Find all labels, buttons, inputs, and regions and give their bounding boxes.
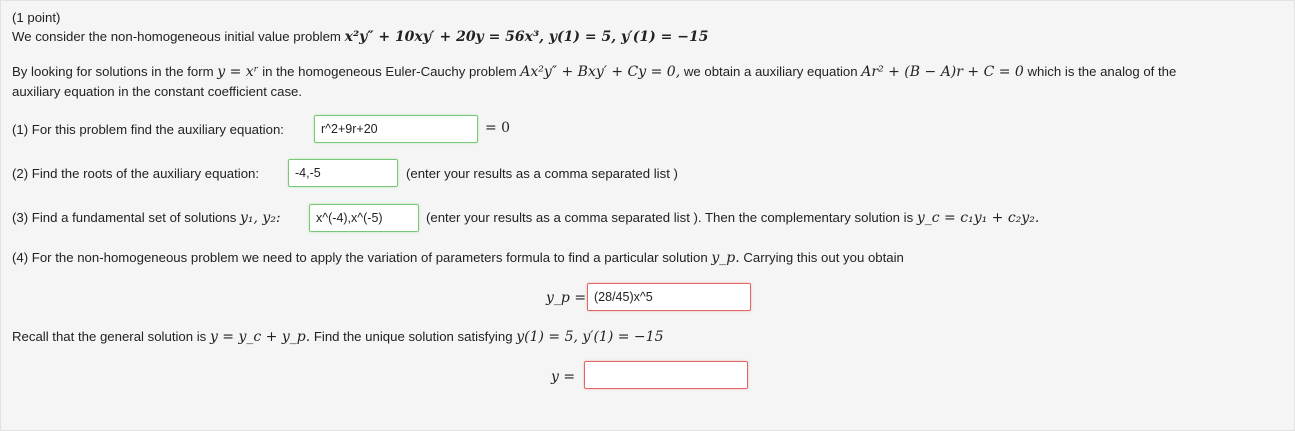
final-line: Recall that the general solution is y = …: [12, 329, 663, 345]
euler-problem: Ax²y″ + Bxy′ + Cy = 0,: [520, 64, 681, 80]
final-eq: y = y_c + y_p.: [209, 329, 311, 345]
euler-form: y = xʳ: [217, 64, 259, 80]
y-label: y =: [551, 369, 576, 385]
y-answer-input[interactable]: [584, 361, 748, 389]
q1-answer-input[interactable]: r^2+9r+20: [314, 115, 478, 143]
q4-yp: y_p.: [711, 250, 740, 266]
final-ic: y(1) = 5, y′(1) = −15: [516, 329, 664, 345]
q3-yc: y_c = c₁y₁ + c₂y₂.: [916, 210, 1040, 226]
q3-label: (3) Find a fundamental set of solutions: [12, 210, 237, 225]
intro-equation: x²y″ + 10xy′ + 20y = 56x³, y(1) = 5, y′(…: [344, 29, 709, 45]
euler-text-3: we obtain a auxiliary equation: [683, 64, 858, 79]
final-text: Recall that the general solution is: [12, 329, 207, 344]
euler-text-1: By looking for solutions in the form: [12, 64, 214, 79]
euler-line-1: By looking for solutions in the form y =…: [12, 64, 1176, 80]
points-label: (1 point): [12, 10, 61, 25]
yp-answer-input[interactable]: (28/45)x^5: [587, 283, 751, 311]
q3-label-line: (3) Find a fundamental set of solutions …: [12, 210, 281, 226]
euler-text-2: in the homogeneous Euler-Cauchy problem: [262, 64, 517, 79]
q4-label: (4) For the non-homogeneous problem we n…: [12, 250, 708, 265]
q3-note: (enter your results as a comma separated…: [426, 210, 914, 225]
intro-text: We consider the non-homogeneous initial …: [12, 29, 341, 44]
intro-line: We consider the non-homogeneous initial …: [12, 29, 708, 45]
problem-panel: (1 point) We consider the non-homogeneou…: [0, 0, 1295, 431]
q3-answer-input[interactable]: x^(-4),x^(-5): [309, 204, 419, 232]
q1-label: (1) For this problem find the auxiliary …: [12, 122, 284, 137]
euler-text-4: which is the analog of the: [1027, 64, 1177, 79]
q2-note: (enter your results as a comma separated…: [406, 166, 678, 181]
euler-aux: Ar² + (B − A)r + C = 0: [861, 64, 1024, 80]
q4-tail: Carrying this out you obtain: [743, 250, 904, 265]
q4-line: (4) For the non-homogeneous problem we n…: [12, 250, 904, 266]
q3-note-line: (enter your results as a comma separated…: [426, 210, 1039, 226]
euler-text-5: auxiliary equation in the constant coeff…: [12, 84, 303, 99]
q1-equals-zero: = 0: [485, 120, 511, 136]
final-text-2: Find the unique solution satisfying: [313, 329, 513, 344]
yp-label: y_p =: [546, 290, 587, 306]
q3-vars: y₁, y₂:: [239, 210, 281, 226]
q2-label: (2) Find the roots of the auxiliary equa…: [12, 166, 260, 181]
q2-answer-input[interactable]: -4,-5: [288, 159, 398, 187]
